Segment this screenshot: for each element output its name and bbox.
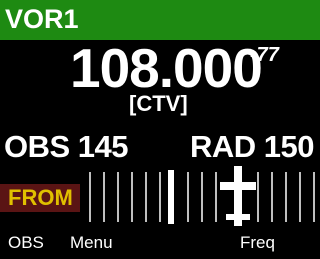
frequency-value[interactable]: 108.000 xyxy=(70,38,263,98)
radial-readout: RAD 150 xyxy=(190,129,315,164)
airplane-icon xyxy=(220,166,256,226)
softkey-menu[interactable]: Menu xyxy=(70,232,113,254)
cdi-scale xyxy=(89,172,315,222)
to-from-flag: FROM xyxy=(8,185,73,210)
signal-strength: -77 xyxy=(250,44,279,66)
station-identifier: [CTV] xyxy=(129,91,188,116)
softkey-obs[interactable]: OBS xyxy=(8,232,44,254)
cdi-center-marker xyxy=(168,170,174,224)
softkey-freq[interactable]: Freq xyxy=(240,232,275,254)
radio-title: VOR1 xyxy=(5,4,79,34)
obs-readout: OBS 145 xyxy=(4,129,129,164)
